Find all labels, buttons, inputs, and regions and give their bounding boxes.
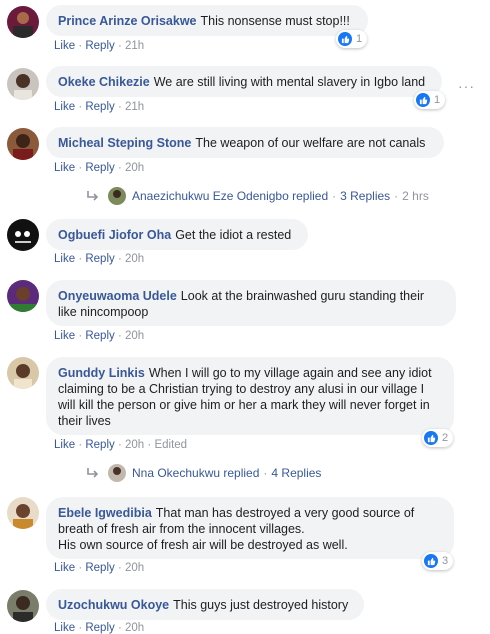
comment-actions: Like · Reply · 20h · Edited <box>54 439 188 451</box>
comment-bubble: Onyeuwaoma Udele Look at the brainwashed … <box>46 280 456 326</box>
timestamp[interactable]: 20h <box>125 253 144 265</box>
reply-link[interactable]: Reply <box>85 101 114 113</box>
comment-text: This guys just destroyed history <box>173 598 349 612</box>
reply-arrow-icon <box>87 191 99 201</box>
avatar[interactable] <box>7 6 39 38</box>
replier-name[interactable]: Anaezichukwu Eze Odenigbo replied <box>132 189 328 203</box>
comment-bubble: Micheal Steping Stone The weapon of our w… <box>46 127 444 158</box>
comment-text: Get the idiot a rested <box>175 228 292 242</box>
comment-actions: Like · Reply · 21h <box>54 40 145 52</box>
more-options-icon[interactable]: ··· <box>458 78 475 94</box>
replier-avatar <box>108 464 126 482</box>
timestamp[interactable]: 20h <box>125 562 144 574</box>
comment-author[interactable]: Ebele Igwedibia <box>58 506 152 520</box>
comment-text: His own source of fresh air will be dest… <box>58 538 348 552</box>
timestamp[interactable]: 20h <box>125 162 144 174</box>
comment-author[interactable]: Micheal Steping Stone <box>58 136 191 150</box>
comment-author[interactable]: Gunddy Linkis <box>58 366 145 380</box>
view-replies[interactable]: Nna Okechukwu replied · 4 Replies <box>86 464 321 482</box>
avatar[interactable] <box>7 357 39 389</box>
comment-bubble: Gunddy Linkis When I will go to my villag… <box>46 357 454 435</box>
comment-text: will kill the person or give him or her … <box>58 398 430 412</box>
reaction-count[interactable]: 1 <box>414 91 446 109</box>
comment-text: When I will go to my village again and s… <box>148 366 432 380</box>
like-link[interactable]: Like <box>54 622 75 634</box>
like-link[interactable]: Like <box>54 562 75 574</box>
comment-text: breath of fresh air from the innocent vi… <box>58 522 305 536</box>
reaction-number: 3 <box>442 555 449 567</box>
reaction-number: 2 <box>442 432 449 444</box>
comment-text: Look at the brainwashed guru standing th… <box>180 289 425 303</box>
like-link[interactable]: Like <box>54 40 75 52</box>
comment-text: The weapon of our welfare are not canals <box>195 136 426 150</box>
comment-author[interactable]: Uzochukwu Okoye <box>58 598 169 612</box>
thumbs-up-icon <box>338 32 352 46</box>
timestamp[interactable]: 20h <box>125 439 144 451</box>
comment-text: their lives <box>58 414 111 428</box>
avatar[interactable] <box>7 219 39 251</box>
comment-bubble: Uzochukwu Okoye This guys just destroyed … <box>46 589 364 620</box>
reply-link[interactable]: Reply <box>85 439 114 451</box>
replier-name[interactable]: Nna Okechukwu replied <box>132 466 259 480</box>
thumbs-up-icon <box>424 431 438 445</box>
comment-text: That man has destroyed a very good sourc… <box>155 506 415 520</box>
replies-count[interactable]: 3 Replies <box>340 189 390 203</box>
avatar[interactable] <box>7 590 39 622</box>
like-link[interactable]: Like <box>54 439 75 451</box>
comment-text: We are still living with mental slavery … <box>153 75 426 89</box>
timestamp[interactable]: 20h <box>125 622 144 634</box>
like-link[interactable]: Like <box>54 162 75 174</box>
reply-link[interactable]: Reply <box>85 562 114 574</box>
like-link[interactable]: Like <box>54 253 75 265</box>
timestamp[interactable]: 20h <box>125 330 144 342</box>
edited-label[interactable]: Edited <box>154 439 187 451</box>
comment-author[interactable]: Prince Arinze Orisakwe <box>58 14 197 28</box>
comment-actions: Like · Reply · 20h <box>54 162 145 174</box>
comment-actions: Like · Reply · 20h <box>54 330 145 342</box>
reaction-number: 1 <box>434 94 441 106</box>
reaction-count[interactable]: 1 <box>336 30 368 48</box>
comment-bubble: Ebele Igwedibia That man has destroyed a … <box>46 497 454 559</box>
comment-text: This nonsense must stop!!! <box>200 14 350 28</box>
reply-link[interactable]: Reply <box>85 622 114 634</box>
reply-link[interactable]: Reply <box>85 253 114 265</box>
comment-text: like nincompoop <box>58 305 149 319</box>
thumbs-up-icon <box>416 93 430 107</box>
avatar[interactable] <box>7 128 39 160</box>
comment-bubble: Ogbuefi Jiofor Oha Get the idiot a rested <box>46 219 308 250</box>
replier-avatar <box>108 187 126 205</box>
reply-link[interactable]: Reply <box>85 162 114 174</box>
like-link[interactable]: Like <box>54 330 75 342</box>
comment-author[interactable]: Okeke Chikezie <box>58 75 150 89</box>
reply-link[interactable]: Reply <box>85 40 114 52</box>
timestamp[interactable]: 21h <box>125 40 144 52</box>
comment-actions: Like · Reply · 20h <box>54 562 145 574</box>
view-replies[interactable]: Anaezichukwu Eze Odenigbo replied · 3 Re… <box>86 187 429 205</box>
like-link[interactable]: Like <box>54 101 75 113</box>
reaction-number: 1 <box>356 33 363 45</box>
avatar[interactable] <box>7 68 39 100</box>
comment-bubble: Prince Arinze Orisakwe This nonsense must… <box>46 5 368 36</box>
reply-link[interactable]: Reply <box>85 330 114 342</box>
replies-time: 2 hrs <box>402 189 429 203</box>
thumbs-up-icon <box>424 554 438 568</box>
comment-actions: Like · Reply · 20h <box>54 253 145 265</box>
comment-bubble: Okeke Chikezie We are still living with m… <box>46 66 442 97</box>
comment-text: claiming to be a Christian trying to des… <box>58 382 425 396</box>
avatar[interactable] <box>7 280 39 312</box>
comment-author[interactable]: Ogbuefi Jiofor Oha <box>58 228 171 242</box>
avatar[interactable] <box>7 497 39 529</box>
timestamp[interactable]: 21h <box>125 101 144 113</box>
replies-count[interactable]: 4 Replies <box>271 466 321 480</box>
reply-arrow-icon <box>87 468 99 478</box>
comment-actions: Like · Reply · 21h <box>54 101 145 113</box>
comment-author[interactable]: Onyeuwaoma Udele <box>58 289 177 303</box>
reaction-count[interactable]: 2 <box>422 429 454 447</box>
reaction-count[interactable]: 3 <box>422 552 454 570</box>
comment-actions: Like · Reply · 20h <box>54 622 145 634</box>
